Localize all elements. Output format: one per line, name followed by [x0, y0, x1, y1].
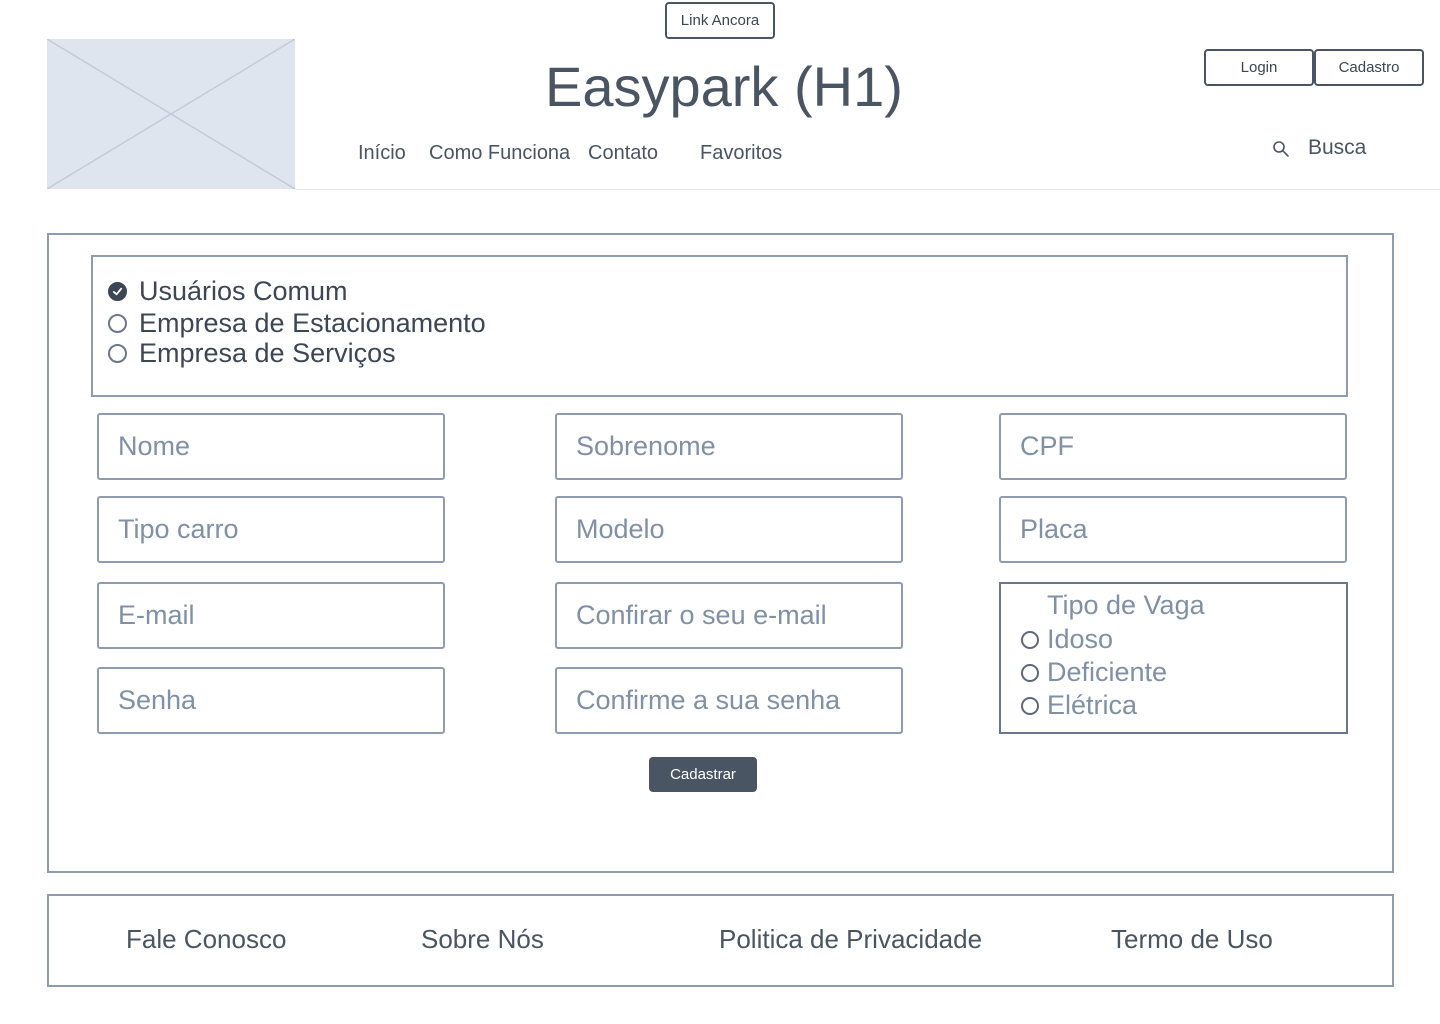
confirm-email-input[interactable]: Confirar o seu e-mail — [555, 582, 903, 649]
vaga-option-deficiente[interactable]: Deficiente — [1021, 657, 1167, 688]
signup-button[interactable]: Cadastro — [1314, 49, 1424, 86]
vaga-option-label: Idoso — [1047, 624, 1114, 654]
user-type-label: Usuários Comum — [139, 276, 348, 306]
nav-item-favoritos[interactable]: Favoritos — [700, 142, 782, 165]
radio-icon[interactable] — [1021, 630, 1039, 649]
footer-link-fale-conosco[interactable]: Fale Conosco — [126, 924, 286, 955]
radio-icon[interactable] — [1021, 663, 1039, 682]
user-type-label: Empresa de Serviços — [139, 338, 396, 368]
vaga-option-label: Elétrica — [1047, 690, 1138, 720]
radio-icon[interactable] — [108, 314, 127, 333]
confirm-senha-input[interactable]: Confirme a sua senha — [555, 667, 903, 734]
search-icon[interactable] — [1272, 140, 1290, 158]
vaga-option-idoso[interactable]: Idoso — [1021, 624, 1113, 655]
email-input[interactable]: E-mail — [97, 582, 445, 649]
tipo-carro-input[interactable]: Tipo carro — [97, 496, 445, 563]
modelo-input[interactable]: Modelo — [555, 496, 903, 563]
user-type-option-servicos[interactable]: Empresa de Serviços — [108, 338, 396, 369]
vaga-option-label: Deficiente — [1047, 657, 1168, 687]
header-divider — [295, 189, 1440, 190]
vaga-option-eletrica[interactable]: Elétrica — [1021, 690, 1137, 721]
sobrenome-input[interactable]: Sobrenome — [555, 413, 903, 480]
user-type-label: Empresa de Estacionamento — [139, 308, 486, 338]
cpf-input[interactable]: CPF — [999, 413, 1347, 480]
radio-icon[interactable] — [1021, 696, 1039, 715]
page-title: Easypark (H1) — [545, 55, 903, 118]
search-label[interactable]: Busca — [1308, 136, 1366, 160]
placa-input[interactable]: Placa — [999, 496, 1347, 563]
footer-link-sobre-nos[interactable]: Sobre Nós — [421, 924, 544, 955]
nav-item-inicio[interactable]: Início — [358, 142, 406, 165]
footer-link-privacidade[interactable]: Politica de Privacidade — [719, 924, 982, 955]
nome-input[interactable]: Nome — [97, 413, 445, 480]
nav-item-contato[interactable]: Contato — [588, 142, 658, 165]
radio-checked-icon[interactable] — [108, 282, 127, 301]
footer-link-termo-de-uso[interactable]: Termo de Uso — [1111, 924, 1273, 955]
tipo-vaga-title: Tipo de Vaga — [1047, 590, 1205, 620]
image-placeholder-icon — [47, 39, 295, 189]
nav-item-como-funciona[interactable]: Como Funciona — [429, 142, 570, 165]
radio-icon[interactable] — [108, 344, 127, 363]
logo-image-placeholder — [47, 39, 295, 189]
user-type-option-comum[interactable]: Usuários Comum — [108, 276, 348, 307]
user-type-option-estacionamento[interactable]: Empresa de Estacionamento — [108, 308, 486, 339]
cadastrar-button[interactable]: Cadastrar — [649, 757, 757, 792]
senha-input[interactable]: Senha — [97, 667, 445, 734]
link-ancora-button[interactable]: Link Ancora — [665, 2, 775, 39]
login-button[interactable]: Login — [1204, 49, 1314, 86]
